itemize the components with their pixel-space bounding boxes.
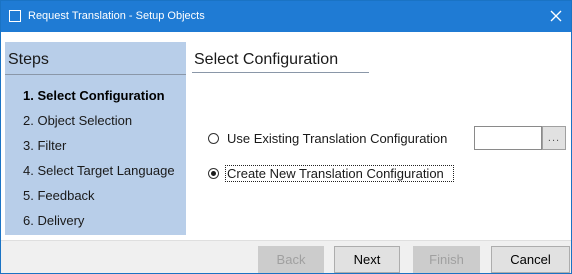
- step-filter: 3. Filter: [23, 138, 67, 153]
- configuration-input[interactable]: [474, 126, 542, 150]
- step-select-target-language: 4. Select Target Language: [23, 163, 175, 178]
- button-bar: Back Next Finish Cancel: [1, 240, 571, 273]
- dialog-window: Request Translation - Setup Objects Step…: [0, 0, 572, 274]
- dialog-content: Steps 1. Select Configuration 2. Object …: [1, 32, 571, 240]
- step-object-selection: 2. Object Selection: [23, 113, 133, 128]
- browse-button[interactable]: ...: [542, 126, 566, 150]
- finish-button[interactable]: Finish: [413, 246, 480, 273]
- option-use-existing[interactable]: Use Existing Translation Configuration: [208, 130, 463, 148]
- steps-panel: Steps 1. Select Configuration 2. Object …: [5, 42, 186, 235]
- use-existing-label[interactable]: Use Existing Translation Configuration: [227, 131, 447, 146]
- close-icon: [550, 10, 562, 22]
- section-title: Select Configuration: [194, 51, 339, 68]
- next-button[interactable]: Next: [334, 246, 400, 273]
- option-create-new[interactable]: Create New Translation Configuration: [208, 165, 463, 183]
- cancel-button[interactable]: Cancel: [491, 246, 570, 273]
- title-bar[interactable]: Request Translation - Setup Objects: [1, 1, 571, 32]
- back-button[interactable]: Back: [258, 246, 324, 273]
- step-feedback: 5. Feedback: [23, 188, 95, 203]
- app-window-icon: [9, 10, 21, 22]
- steps-divider: [5, 74, 186, 75]
- focus-indicator: [225, 165, 454, 182]
- close-button[interactable]: [545, 5, 567, 27]
- step-select-configuration: 1. Select Configuration: [23, 88, 165, 103]
- section-divider: [192, 72, 369, 73]
- window-title: Request Translation - Setup Objects: [28, 10, 205, 22]
- steps-title: Steps: [8, 51, 49, 68]
- step-delivery: 6. Delivery: [23, 213, 85, 228]
- use-existing-radio[interactable]: [208, 133, 219, 144]
- create-new-radio[interactable]: [208, 168, 219, 179]
